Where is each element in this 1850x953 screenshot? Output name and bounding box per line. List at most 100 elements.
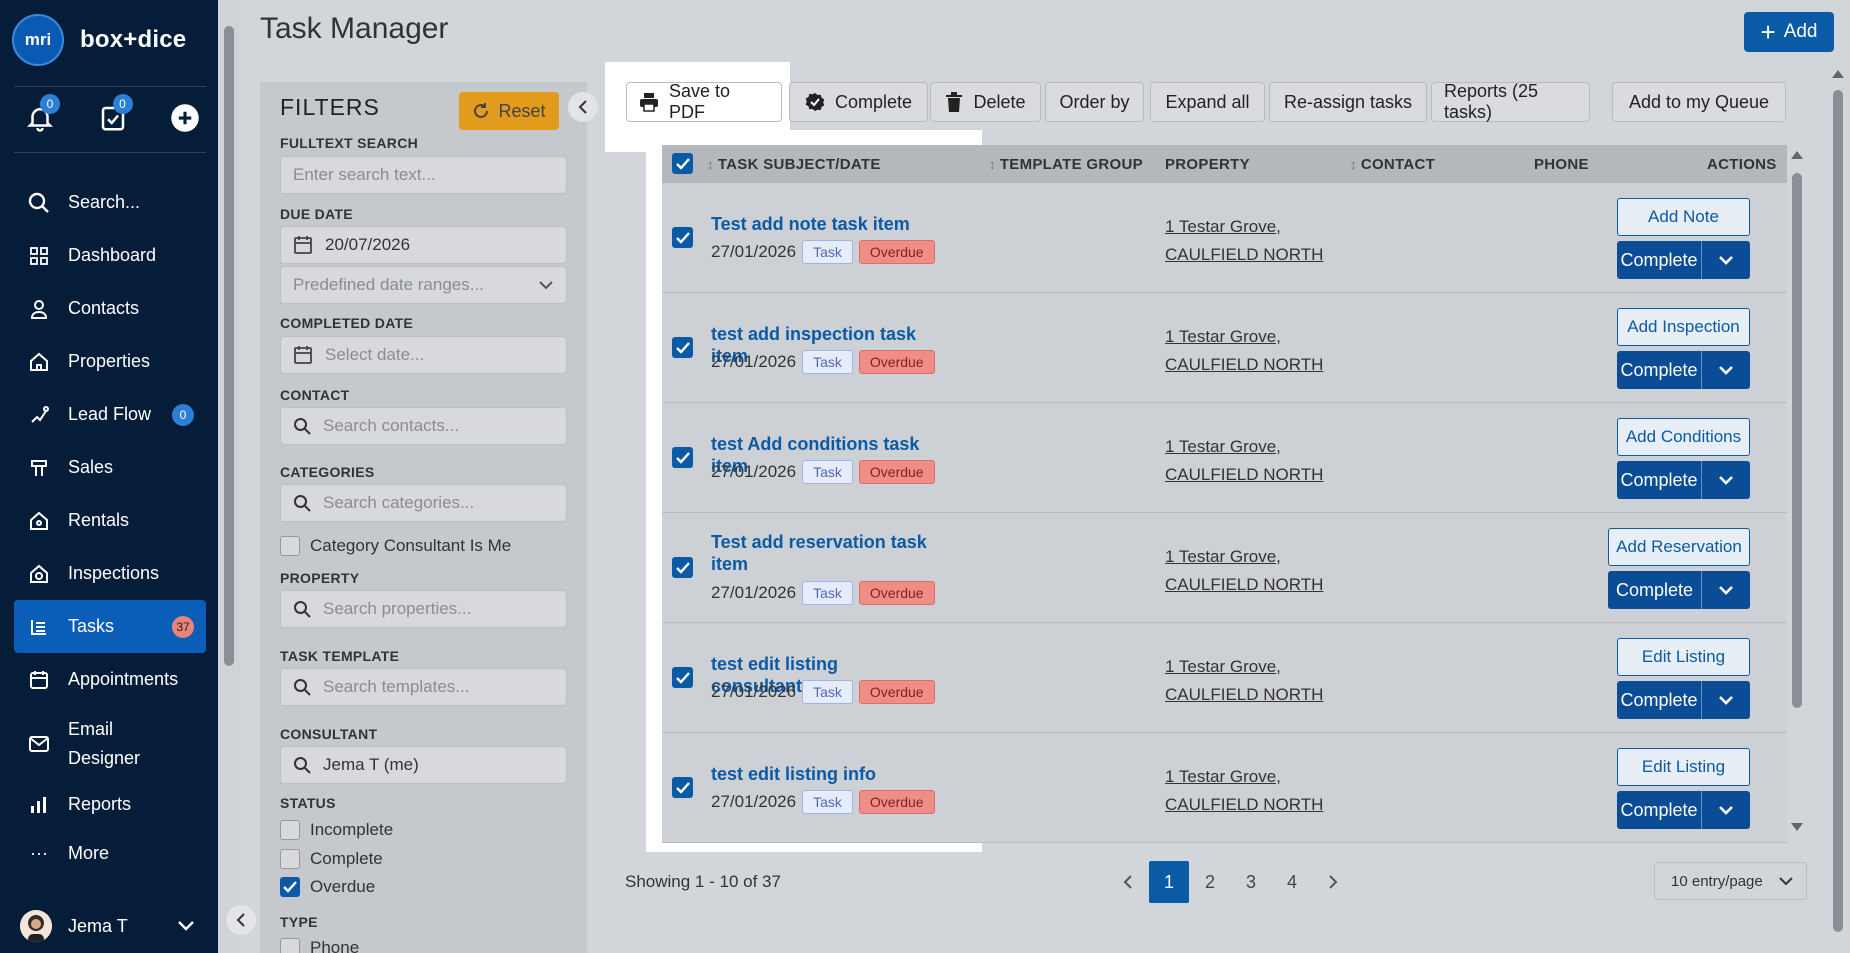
order-by-button[interactable]: Order by <box>1045 82 1144 122</box>
reassign-tasks-button[interactable]: Re-assign tasks <box>1269 82 1427 122</box>
table-row[interactable]: test Add conditions task item 27/01/2026… <box>662 403 1787 513</box>
complete-row-button[interactable]: Complete <box>1608 571 1702 609</box>
table-scrollbar[interactable] <box>1787 145 1807 835</box>
status-complete-checkbox[interactable]: Complete <box>280 849 383 869</box>
complete-split-button[interactable]: Complete <box>1617 681 1750 719</box>
nav-more[interactable]: ··· More <box>14 827 206 880</box>
complete-split-button[interactable]: Complete <box>1617 791 1750 829</box>
complete-button[interactable]: Complete <box>789 82 928 122</box>
status-incomplete-checkbox[interactable]: Incomplete <box>280 820 393 840</box>
category-consultant-checkbox[interactable]: Category Consultant Is Me <box>280 536 511 556</box>
expand-all-button[interactable]: Expand all <box>1150 82 1265 122</box>
property-line[interactable]: CAULFIELD NORTH <box>1165 571 1323 599</box>
status-overdue-checkbox[interactable]: Overdue <box>280 877 375 897</box>
reset-button[interactable]: Reset <box>459 92 559 130</box>
add-note-button[interactable]: Add Note <box>1617 198 1750 236</box>
complete-dropdown-toggle[interactable] <box>1702 571 1750 609</box>
add-button[interactable]: + Add <box>1744 12 1834 52</box>
row-checkbox[interactable] <box>672 777 693 798</box>
delete-button[interactable]: Delete <box>930 82 1041 122</box>
next-page-button[interactable] <box>1313 861 1353 903</box>
page-button-4[interactable]: 4 <box>1272 861 1312 903</box>
property-search-input[interactable]: Search properties... <box>280 590 567 628</box>
checkbox-box[interactable] <box>280 877 300 897</box>
user-menu[interactable]: Jema T <box>20 910 195 942</box>
page-scrollbar[interactable] <box>1826 62 1850 953</box>
complete-row-button[interactable]: Complete <box>1617 461 1702 499</box>
property-line[interactable]: 1 Testar Grove, <box>1165 543 1323 571</box>
property-line[interactable]: 1 Testar Grove, <box>1165 653 1323 681</box>
row-checkbox[interactable] <box>672 667 693 688</box>
completed-date-input[interactable]: Select date... <box>280 336 567 374</box>
property-link[interactable]: 1 Testar Grove, CAULFIELD NORTH <box>1165 653 1323 709</box>
property-link[interactable]: 1 Testar Grove, CAULFIELD NORTH <box>1165 213 1323 269</box>
sidebar-scrollbar[interactable] <box>218 0 240 953</box>
quick-add-button[interactable] <box>165 98 205 138</box>
due-date-input[interactable]: 20/07/2026 <box>280 226 567 264</box>
table-row[interactable]: Test add reservation task item 27/01/202… <box>662 513 1787 623</box>
column-header-subject[interactable]: ↕ TASK SUBJECT/DATE <box>707 156 881 173</box>
nav-rentals[interactable]: Rentals <box>14 494 206 547</box>
template-search-input[interactable]: Search templates... <box>280 668 567 706</box>
property-line[interactable]: 1 Testar Grove, <box>1165 433 1323 461</box>
complete-split-button[interactable]: Complete <box>1617 241 1750 279</box>
complete-row-button[interactable]: Complete <box>1617 351 1702 389</box>
nav-appointments[interactable]: Appointments <box>14 653 206 706</box>
categories-search-input[interactable]: Search categories... <box>280 484 567 522</box>
sidebar-collapse-button[interactable] <box>226 905 256 935</box>
table-row[interactable]: test edit listing info 27/01/2026 Task O… <box>662 733 1787 843</box>
brand[interactable]: mri box+dice <box>12 14 186 66</box>
page-button-3[interactable]: 3 <box>1231 861 1271 903</box>
task-subject-link[interactable]: Test add note task item <box>711 213 941 235</box>
nav-contacts[interactable]: Contacts <box>14 282 206 335</box>
property-line[interactable]: CAULFIELD NORTH <box>1165 461 1323 489</box>
complete-dropdown-toggle[interactable] <box>1702 461 1750 499</box>
nav-reports[interactable]: Reports <box>14 782 206 827</box>
complete-dropdown-toggle[interactable] <box>1702 681 1750 719</box>
row-checkbox[interactable] <box>672 557 693 578</box>
property-line[interactable]: CAULFIELD NORTH <box>1165 241 1323 269</box>
checkbox-box[interactable] <box>280 938 300 953</box>
complete-split-button[interactable]: Complete <box>1608 571 1750 609</box>
complete-row-button[interactable]: Complete <box>1617 241 1702 279</box>
prev-page-button[interactable] <box>1108 861 1148 903</box>
complete-row-button[interactable]: Complete <box>1617 681 1702 719</box>
scrollbar-thumb[interactable] <box>1833 90 1843 932</box>
fulltext-input[interactable]: Enter search text... <box>280 156 567 194</box>
complete-dropdown-toggle[interactable] <box>1702 241 1750 279</box>
property-link[interactable]: 1 Testar Grove, CAULFIELD NORTH <box>1165 323 1323 379</box>
add-conditions-button[interactable]: Add Conditions <box>1617 418 1750 456</box>
nav-search[interactable]: Search... <box>14 176 206 229</box>
scrollbar-thumb[interactable] <box>1792 173 1802 708</box>
save-pdf-button[interactable]: Save to PDF <box>626 81 782 122</box>
consultant-input[interactable]: Jema T (me) <box>280 746 567 784</box>
nav-email-designer[interactable]: Email Designer <box>14 706 206 782</box>
column-header-template-group[interactable]: ↕ TEMPLATE GROUP <box>989 156 1143 173</box>
add-reservation-button[interactable]: Add Reservation <box>1608 528 1750 566</box>
predefined-date-select[interactable]: Predefined date ranges... <box>280 266 567 304</box>
my-tasks-button[interactable]: 0 <box>93 94 133 138</box>
page-button-2[interactable]: 2 <box>1190 861 1230 903</box>
property-link[interactable]: 1 Testar Grove, CAULFIELD NORTH <box>1165 433 1323 489</box>
checkbox-box[interactable] <box>280 536 300 556</box>
property-line[interactable]: 1 Testar Grove, <box>1165 763 1323 791</box>
notifications-button[interactable]: 0 <box>20 94 60 138</box>
edit-listing-button[interactable]: Edit Listing <box>1617 748 1750 786</box>
complete-split-button[interactable]: Complete <box>1617 461 1750 499</box>
property-link[interactable]: 1 Testar Grove, CAULFIELD NORTH <box>1165 543 1323 599</box>
row-checkbox[interactable] <box>672 447 693 468</box>
reports-button[interactable]: Reports (25 tasks) <box>1431 81 1590 122</box>
nav-properties[interactable]: Properties <box>14 335 206 388</box>
task-subject-link[interactable]: Test add reservation task item <box>711 531 946 575</box>
task-subject-link[interactable]: test edit listing info <box>711 763 941 785</box>
nav-lead-flow[interactable]: Lead Flow 0 <box>14 388 206 441</box>
property-line[interactable]: 1 Testar Grove, <box>1165 323 1323 351</box>
add-inspection-button[interactable]: Add Inspection <box>1617 308 1750 346</box>
table-row[interactable]: Test add note task item 27/01/2026 Task … <box>662 183 1787 293</box>
property-link[interactable]: 1 Testar Grove, CAULFIELD NORTH <box>1165 763 1323 819</box>
add-to-queue-button[interactable]: Add to my Queue <box>1612 82 1786 122</box>
edit-listing-button[interactable]: Edit Listing <box>1617 638 1750 676</box>
property-line[interactable]: CAULFIELD NORTH <box>1165 681 1323 709</box>
complete-row-button[interactable]: Complete <box>1617 791 1702 829</box>
per-page-select[interactable]: 10 entry/page <box>1654 862 1807 900</box>
